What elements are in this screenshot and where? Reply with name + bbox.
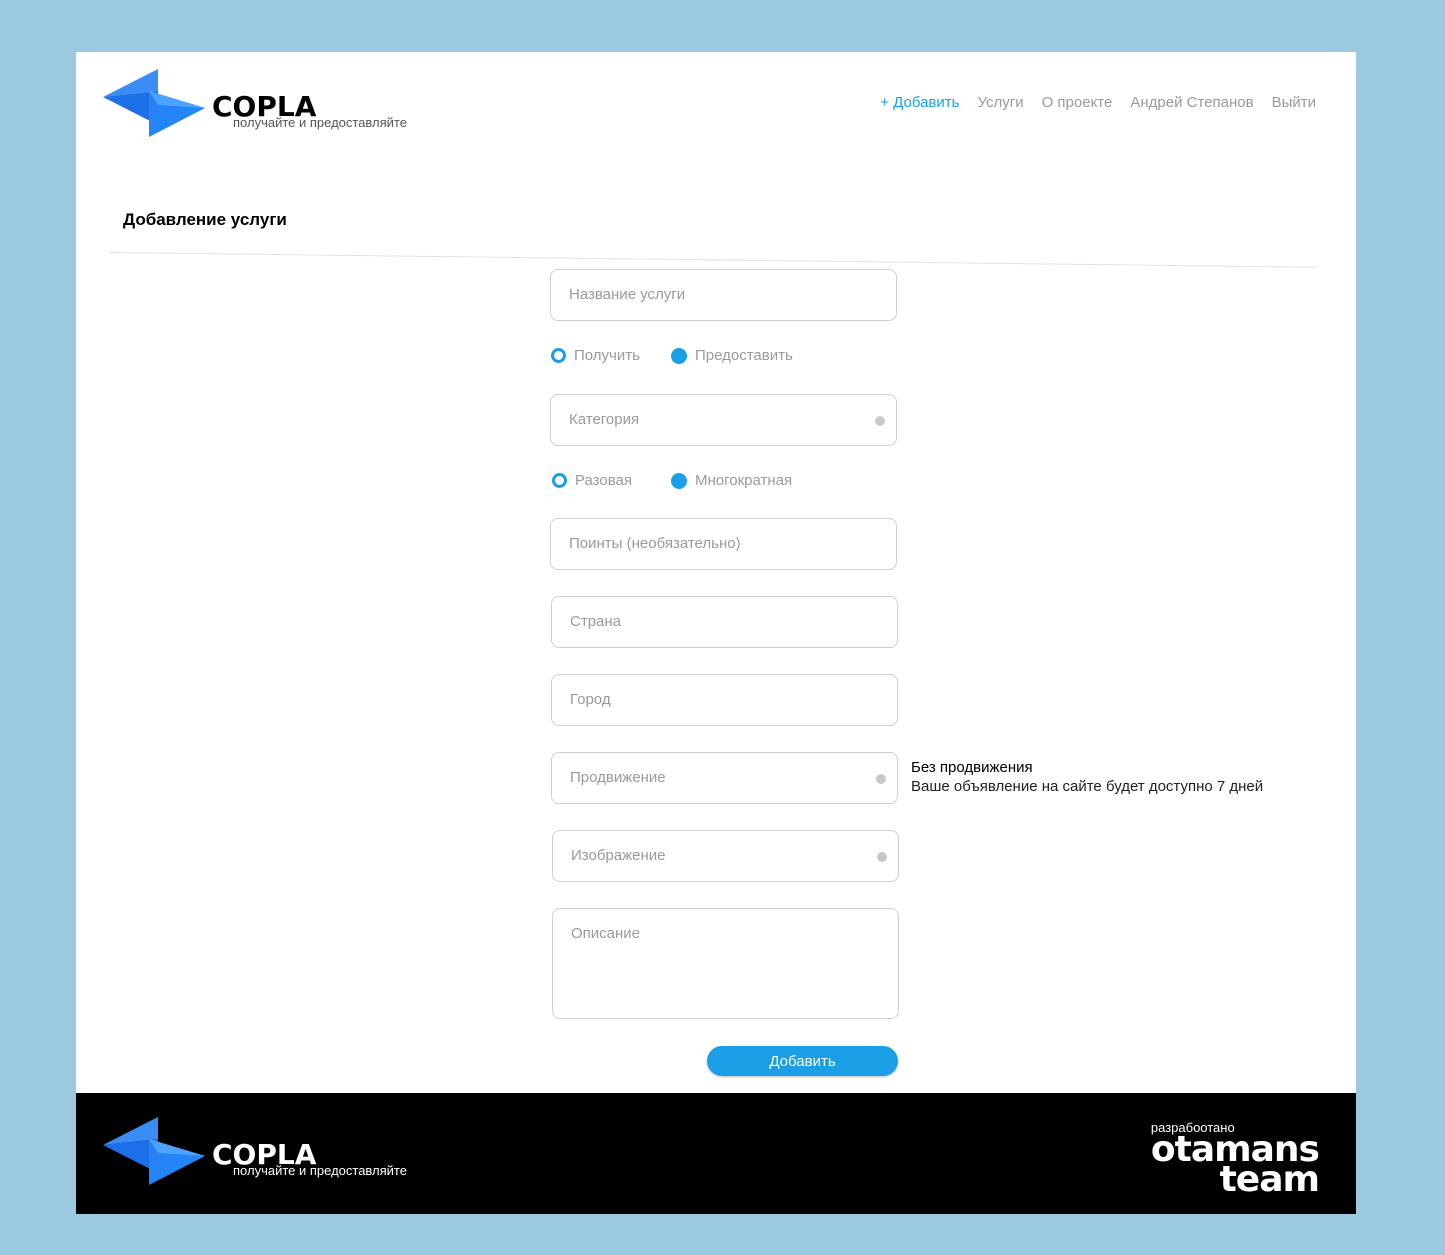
image-placeholder: Изображение [571,847,666,864]
radio-provide-label: Предоставить [695,347,793,364]
radio-receive-label: Получить [574,347,640,364]
radio-one-time[interactable]: Разовая [552,472,632,489]
nav-services-link[interactable]: Услуги [977,94,1023,111]
developer-credit[interactable]: разрабоотано otamans team [1151,1120,1320,1198]
submit-button[interactable]: Добавить [707,1046,898,1076]
radio-one-time-label: Разовая [575,472,632,489]
page-title: Добавление услуги [123,210,287,229]
brand-tagline: получайте и предоставляйте [233,1163,407,1178]
description-textarea[interactable]: Описание [552,908,899,1019]
nav-about-link[interactable]: О проекте [1042,94,1113,111]
promotion-select[interactable]: Продвижение [551,752,898,804]
type-radio-group: Получить Предоставить [551,347,851,367]
country-placeholder: Страна [570,613,622,630]
promotion-info-title: Без продвижения [911,759,1033,776]
dropdown-dot-icon [876,774,886,784]
dropdown-dot-icon [875,416,885,426]
promotion-info: Без продвижения Ваше объявление на сайте… [911,758,1263,796]
category-placeholder: Категория [569,411,640,428]
dropdown-dot-icon [877,852,887,862]
promotion-placeholder: Продвижение [570,769,666,786]
header-logo[interactable]: COPLA получайте и предоставляйте [103,69,423,139]
main-page: COPLA получайте и предоставляйте + Добав… [76,52,1356,1093]
nav-user-link[interactable]: Андрей Степанов [1130,94,1253,111]
radio-filled-icon [671,347,687,364]
footer: COPLA получайте и предоставляйте разрабо… [76,1093,1356,1214]
image-upload[interactable]: Изображение [552,830,899,882]
description-placeholder: Описание [571,925,641,942]
frequency-radio-group: Разовая Многократная [552,472,852,492]
radio-provide[interactable]: Предоставить [671,347,793,364]
category-select[interactable]: Категория [550,394,897,446]
country-input[interactable]: Страна [551,596,898,648]
nav-logout-link[interactable]: Выйти [1272,94,1316,111]
city-placeholder: Город [570,691,611,708]
logo-arrow-icon [103,69,205,137]
logo-arrow-icon [103,1117,205,1185]
city-input[interactable]: Город [551,674,898,726]
service-name-placeholder: Название услуги [569,286,686,303]
radio-empty-icon [552,473,567,488]
radio-multiple[interactable]: Многократная [671,472,792,489]
promotion-info-text: Ваше объявление на сайте будет доступно … [911,778,1264,795]
title-divider [108,252,1318,268]
radio-filled-icon [671,472,687,489]
radio-multiple-label: Многократная [695,472,793,489]
footer-logo[interactable]: COPLA получайте и предоставляйте [103,1117,423,1187]
points-placeholder: Поинты (необязательно) [569,535,741,552]
top-nav: + Добавить Услуги О проекте Андрей Степа… [880,94,1316,111]
service-name-input[interactable]: Название услуги [550,269,897,321]
brand-tagline: получайте и предоставляйте [233,115,407,130]
radio-empty-icon [551,348,566,363]
points-input[interactable]: Поинты (необязательно) [550,518,897,570]
radio-receive[interactable]: Получить [551,347,640,364]
nav-add-link[interactable]: + Добавить [880,94,959,111]
